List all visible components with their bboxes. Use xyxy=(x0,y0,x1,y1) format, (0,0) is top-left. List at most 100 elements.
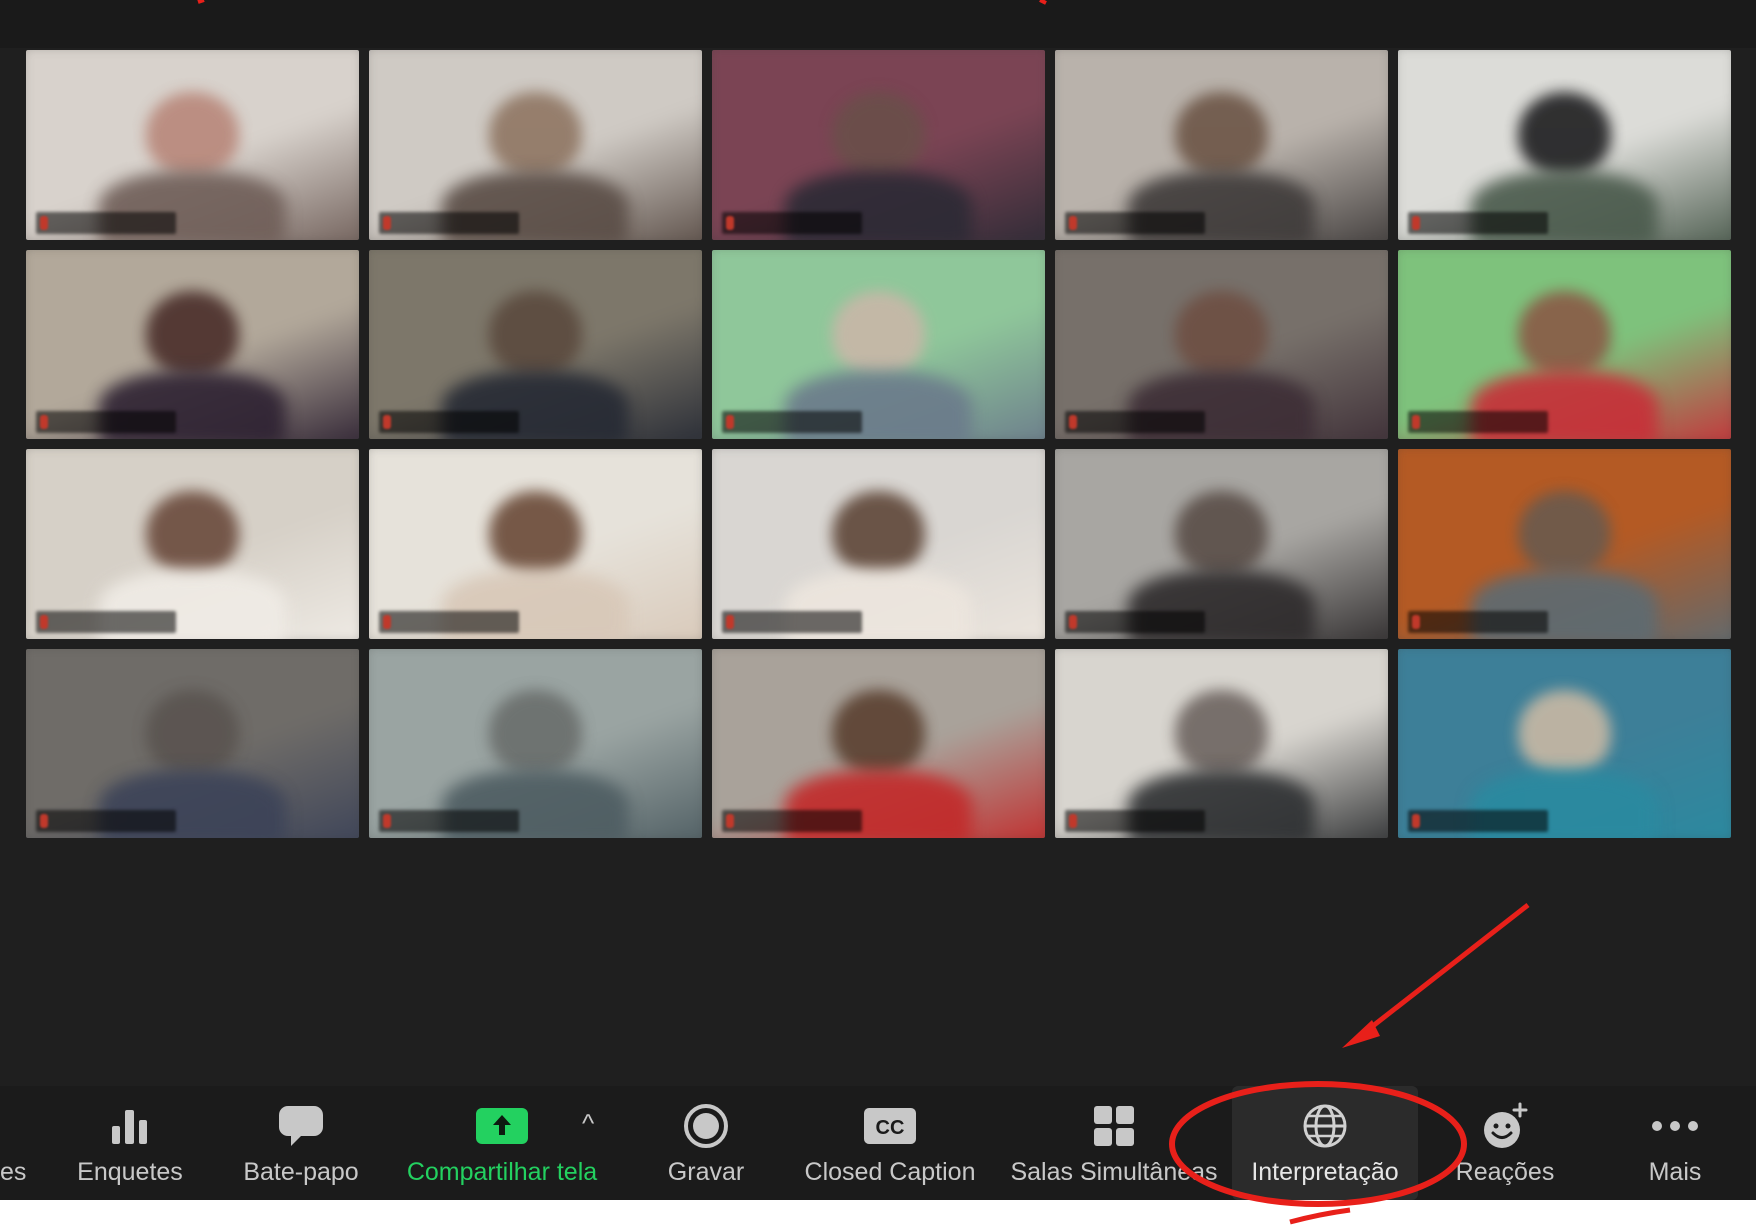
muted-mic-icon xyxy=(1069,614,1077,629)
cc-icon: CC xyxy=(863,1100,917,1152)
participant-name-plate xyxy=(722,610,862,633)
polls-button[interactable]: Enquetes xyxy=(70,1086,190,1200)
interpretation-button[interactable]: Interpretação xyxy=(1232,1086,1418,1200)
participant-face xyxy=(488,91,583,176)
muted-mic-icon xyxy=(40,814,48,828)
muted-mic-icon xyxy=(1069,415,1077,429)
participant-tile[interactable] xyxy=(26,449,359,639)
muted-mic-icon xyxy=(726,215,734,230)
participant-name-plate xyxy=(1408,610,1548,633)
meeting-toolbar: es Enquetes Bate-papo Compartilhar tela … xyxy=(0,1086,1756,1200)
more-label: Mais xyxy=(1648,1158,1702,1186)
participant-face xyxy=(488,291,583,375)
participant-name-plate xyxy=(722,810,862,832)
participant-face xyxy=(1174,291,1269,375)
participant-face xyxy=(145,91,240,176)
muted-mic-icon xyxy=(383,415,391,429)
participant-tile[interactable] xyxy=(712,648,1045,838)
participant-tile[interactable] xyxy=(26,50,359,240)
participant-name-plate xyxy=(36,411,176,433)
participant-name-plate xyxy=(379,810,519,832)
chat-button[interactable]: Bate-papo xyxy=(236,1086,366,1200)
participant-name-plate xyxy=(1065,810,1205,832)
participant-name-plate xyxy=(722,211,862,234)
muted-mic-icon xyxy=(40,614,48,629)
chat-bubble-icon xyxy=(277,1100,325,1152)
participant-tile[interactable] xyxy=(369,648,702,838)
participant-tile[interactable] xyxy=(369,50,702,240)
participant-name-plate xyxy=(36,211,176,234)
muted-mic-icon xyxy=(1069,814,1077,828)
participant-name-plate xyxy=(1408,411,1548,433)
participant-face xyxy=(145,490,240,575)
participant-face xyxy=(831,291,926,375)
more-button[interactable]: Mais xyxy=(1620,1086,1730,1200)
closed-caption-label: Closed Caption xyxy=(804,1158,976,1186)
muted-mic-icon xyxy=(726,415,734,429)
participant-face xyxy=(1517,91,1612,176)
participant-name-plate xyxy=(1408,810,1548,832)
interpretation-label: Interpretação xyxy=(1251,1158,1399,1186)
participant-face xyxy=(145,690,240,774)
participant-face xyxy=(831,91,926,176)
record-label: Gravar xyxy=(667,1158,745,1186)
participant-tile[interactable] xyxy=(712,449,1045,639)
participant-tile[interactable] xyxy=(1398,249,1731,439)
participant-tile[interactable] xyxy=(26,249,359,439)
participant-video-grid xyxy=(26,50,1731,838)
participant-tile[interactable] xyxy=(1055,249,1388,439)
participant-tile[interactable] xyxy=(1055,449,1388,639)
participant-name-plate xyxy=(1065,610,1205,633)
muted-mic-icon xyxy=(1412,614,1420,629)
share-screen-button[interactable]: Compartilhar tela xyxy=(398,1086,606,1200)
partial-toolbar-label[interactable]: es xyxy=(0,1158,26,1187)
participant-face xyxy=(1174,91,1269,176)
chat-label: Bate-papo xyxy=(243,1158,359,1186)
participant-face xyxy=(145,291,240,375)
muted-mic-icon xyxy=(383,814,391,828)
record-button[interactable]: Gravar xyxy=(656,1086,756,1200)
participant-tile[interactable] xyxy=(26,648,359,838)
participant-face xyxy=(488,490,583,575)
participant-face xyxy=(1517,291,1612,375)
participant-tile[interactable] xyxy=(712,249,1045,439)
muted-mic-icon xyxy=(1412,814,1420,828)
participant-name-plate xyxy=(379,610,519,633)
participant-face xyxy=(488,690,583,774)
muted-mic-icon xyxy=(726,814,734,828)
participant-tile[interactable] xyxy=(712,50,1045,240)
participant-face xyxy=(1517,490,1612,575)
participant-tile[interactable] xyxy=(369,249,702,439)
muted-mic-icon xyxy=(383,215,391,230)
reactions-button[interactable]: Reações xyxy=(1450,1086,1560,1200)
participant-name-plate xyxy=(36,810,176,832)
emoji-add-icon xyxy=(1480,1100,1530,1152)
participant-name-plate xyxy=(379,211,519,234)
participant-name-plate xyxy=(1065,411,1205,433)
reactions-label: Reações xyxy=(1455,1158,1555,1186)
share-options-caret[interactable]: ^ xyxy=(582,1108,594,1139)
muted-mic-icon xyxy=(1412,215,1420,230)
participant-name-plate xyxy=(1065,211,1205,234)
participant-tile[interactable] xyxy=(1398,648,1731,838)
polls-label: Enquetes xyxy=(77,1158,183,1186)
closed-caption-button[interactable]: CC Closed Caption xyxy=(800,1086,980,1200)
cc-badge-text: CC xyxy=(876,1117,905,1139)
participant-face xyxy=(831,690,926,774)
record-circle-icon xyxy=(683,1100,729,1152)
participant-tile[interactable] xyxy=(369,449,702,639)
participant-tile[interactable] xyxy=(1398,50,1731,240)
zoom-meeting-window: es Enquetes Bate-papo Compartilhar tela … xyxy=(0,0,1756,1200)
participant-tile[interactable] xyxy=(1055,648,1388,838)
participant-tile[interactable] xyxy=(1398,449,1731,639)
grid-squares-icon xyxy=(1092,1100,1136,1152)
breakout-rooms-button[interactable]: Salas Simultâneas xyxy=(1010,1086,1218,1200)
share-screen-arrow-icon xyxy=(475,1100,529,1152)
annotation-ellipse-tail xyxy=(1289,1207,1351,1225)
participant-face xyxy=(1174,690,1269,774)
participant-name-plate xyxy=(722,411,862,433)
participant-tile[interactable] xyxy=(1055,50,1388,240)
muted-mic-icon xyxy=(40,415,48,429)
muted-mic-icon xyxy=(1412,415,1420,429)
participant-name-plate xyxy=(36,610,176,633)
